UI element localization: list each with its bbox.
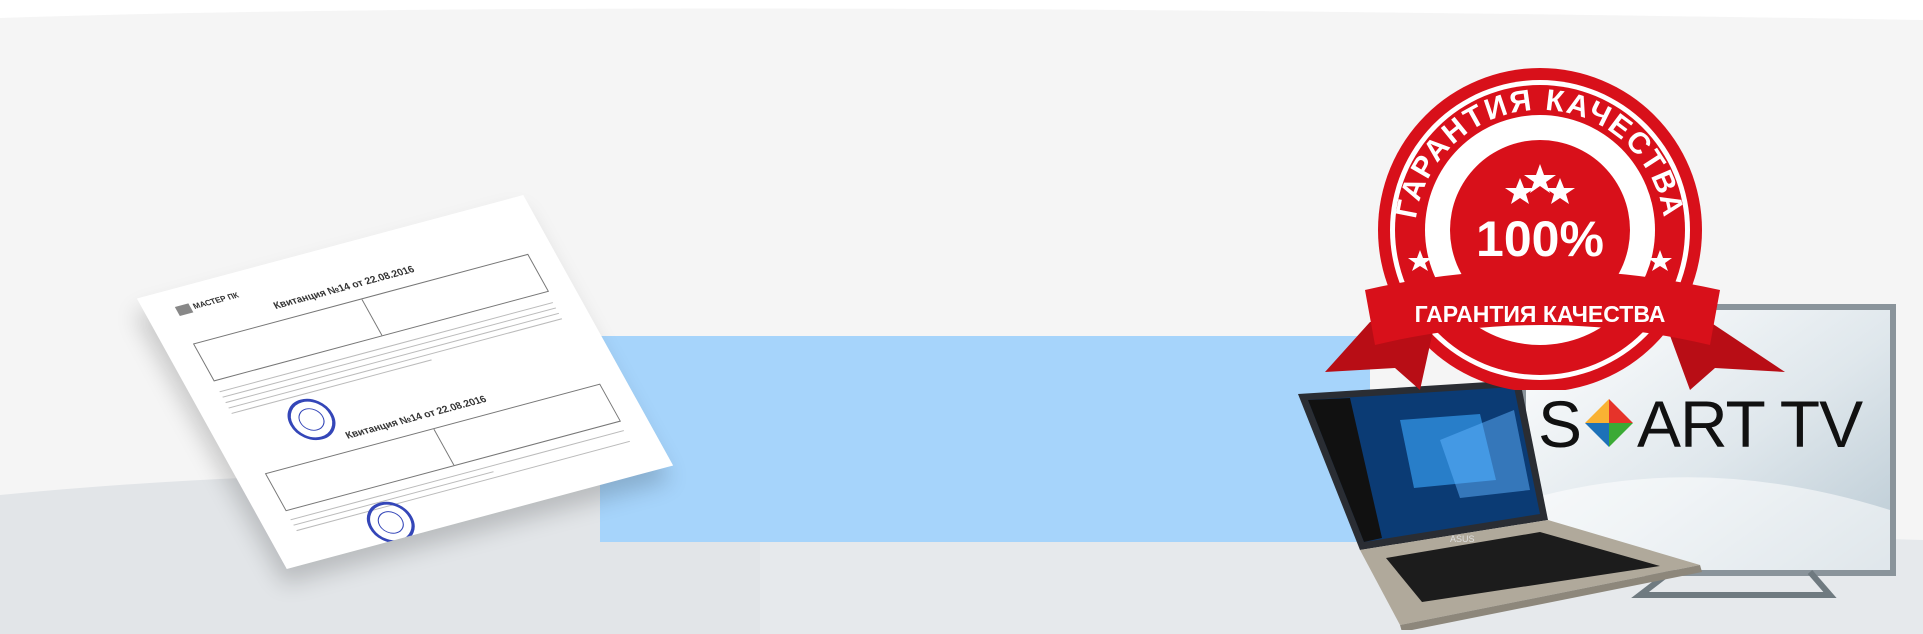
receipt-logo-text: МАСТЕР ПК — [191, 290, 241, 311]
seal-percent: 100% — [1476, 211, 1604, 267]
receipt-logo: МАСТЕР ПК — [174, 290, 241, 317]
logo-mark-icon — [174, 303, 194, 317]
laptop-brand: ASUS — [1450, 534, 1475, 544]
seal-ribbon-text: ГАРАНТИЯ КАЧЕСТВА — [1415, 301, 1666, 327]
light-blue-band — [600, 336, 1370, 542]
quality-guarantee-seal: ГАРАНТИЯ КАЧЕСТВА 100% ГАРАНТИЯ КАЧЕСТВА — [1325, 68, 1785, 390]
laptop-image: ASUS — [1298, 380, 1702, 630]
